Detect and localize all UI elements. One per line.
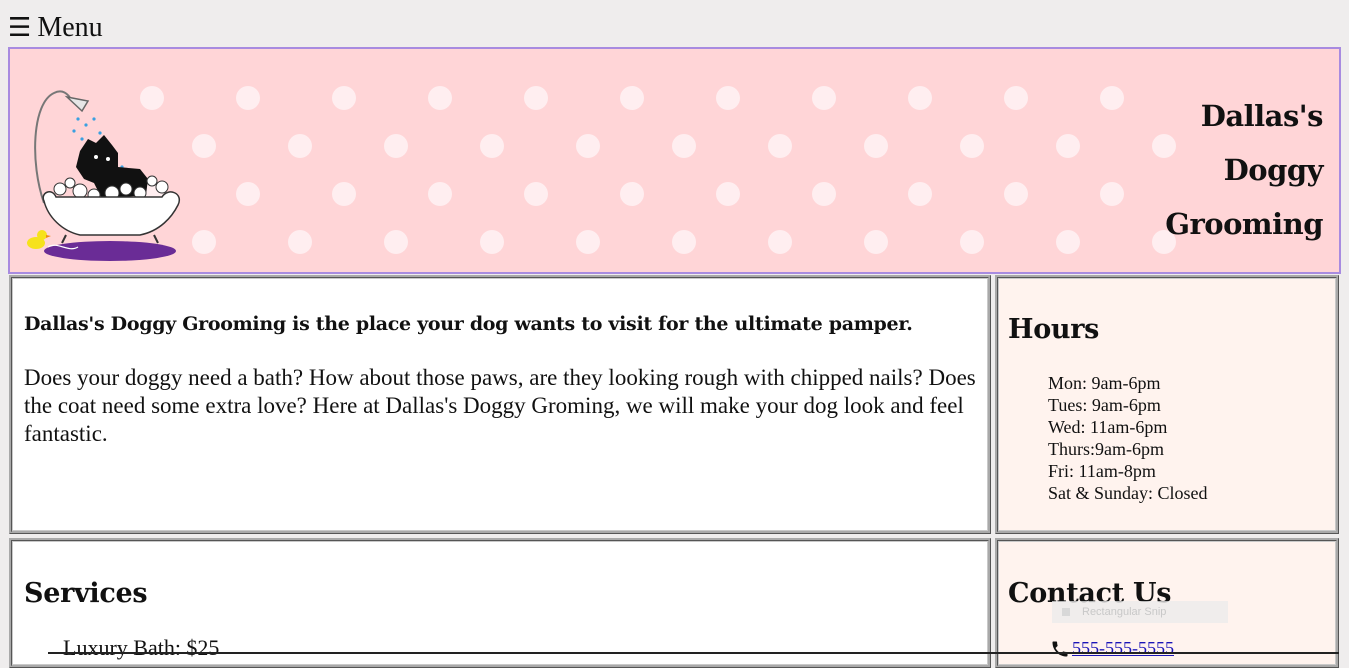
polka-dot [428,86,452,110]
polka-dot [672,230,696,254]
polka-dot [908,86,932,110]
contact-section: Contact Us Rectangular Snip 555-555-5555 [995,538,1339,668]
polka-dot [768,134,792,158]
polka-dot [1004,86,1028,110]
polka-dot [716,182,740,206]
polka-dot [1004,182,1028,206]
hamburger-icon: ☰ [8,13,32,43]
polka-dot [620,182,644,206]
polka-dot [576,134,600,158]
polka-dot [1100,182,1124,206]
polka-dot [908,182,932,206]
polka-dot [384,134,408,158]
polka-dot [960,230,984,254]
snip-label: Rectangular Snip [1082,606,1167,618]
service-item: Luxury Bath: $25 [63,635,220,660]
hours-item: Fri: 11am-8pm [1048,461,1156,481]
polka-dot [332,182,356,206]
polka-dot [1056,230,1080,254]
phone-row: 555-555-5555 [1050,637,1174,659]
menu-label: Menu [37,12,103,43]
polka-dot [1100,86,1124,110]
site-title-line-1: Dallas's [1200,99,1324,133]
polka-dot [192,134,216,158]
polka-dot [768,230,792,254]
polka-dot [1056,134,1080,158]
polka-dot [620,86,644,110]
hours-item: Wed: 11am-6pm [1048,417,1168,437]
about-section: Dallas's Doggy Grooming is the place you… [9,275,991,534]
hours-item: Tues: 9am-6pm [1048,395,1161,415]
hours-list: Mon: 9am-6pm Tues: 9am-6pm Wed: 11am-6pm… [1048,372,1208,504]
polka-dot [288,134,312,158]
polka-dot [524,182,548,206]
polka-dot [236,182,260,206]
phone-link[interactable]: 555-555-5555 [1072,637,1174,659]
polka-dot [576,230,600,254]
polka-dot [672,134,696,158]
snip-icon [1062,608,1070,616]
hours-heading: Hours [1008,314,1100,345]
polka-dot [960,134,984,158]
polka-dot [716,86,740,110]
polka-dot [864,230,888,254]
polka-dot [288,230,312,254]
hours-item: Sat & Sunday: Closed [1048,483,1208,503]
hours-item: Mon: 9am-6pm [1048,373,1161,393]
site-title: Dallas's Doggy Grooming [1165,89,1323,251]
about-lead: Dallas's Doggy Grooming is the place you… [24,313,913,335]
polka-dot [812,182,836,206]
polka-dot-pattern [140,86,1176,254]
polka-dot [192,230,216,254]
hours-item: Thurs:9am-6pm [1048,439,1164,459]
dog-in-bathtub-logo [27,90,181,261]
polka-dot [524,86,548,110]
about-body: Does your doggy need a bath? How about t… [24,365,976,446]
menu-button[interactable]: ☰ Menu [8,10,103,46]
polka-dot [480,134,504,158]
site-title-line-2: Doggy [1223,153,1324,187]
polka-dot [812,86,836,110]
polka-dot [384,230,408,254]
polka-dot [480,230,504,254]
services-heading: Services [24,578,148,609]
services-list: Luxury Bath: $25 [63,635,219,661]
polka-dot [864,134,888,158]
hours-section: Hours Mon: 9am-6pm Tues: 9am-6pm Wed: 11… [995,275,1339,534]
polka-dot [332,86,356,110]
rectangular-snip-overlay[interactable]: Rectangular Snip [1052,601,1228,623]
polka-dot [428,182,452,206]
header-banner: Dallas's Doggy Grooming [8,47,1341,274]
services-section: Services Luxury Bath: $25 [9,538,991,668]
polka-dot [236,86,260,110]
site-title-line-3: Grooming [1165,207,1323,241]
phone-icon [1052,641,1068,657]
